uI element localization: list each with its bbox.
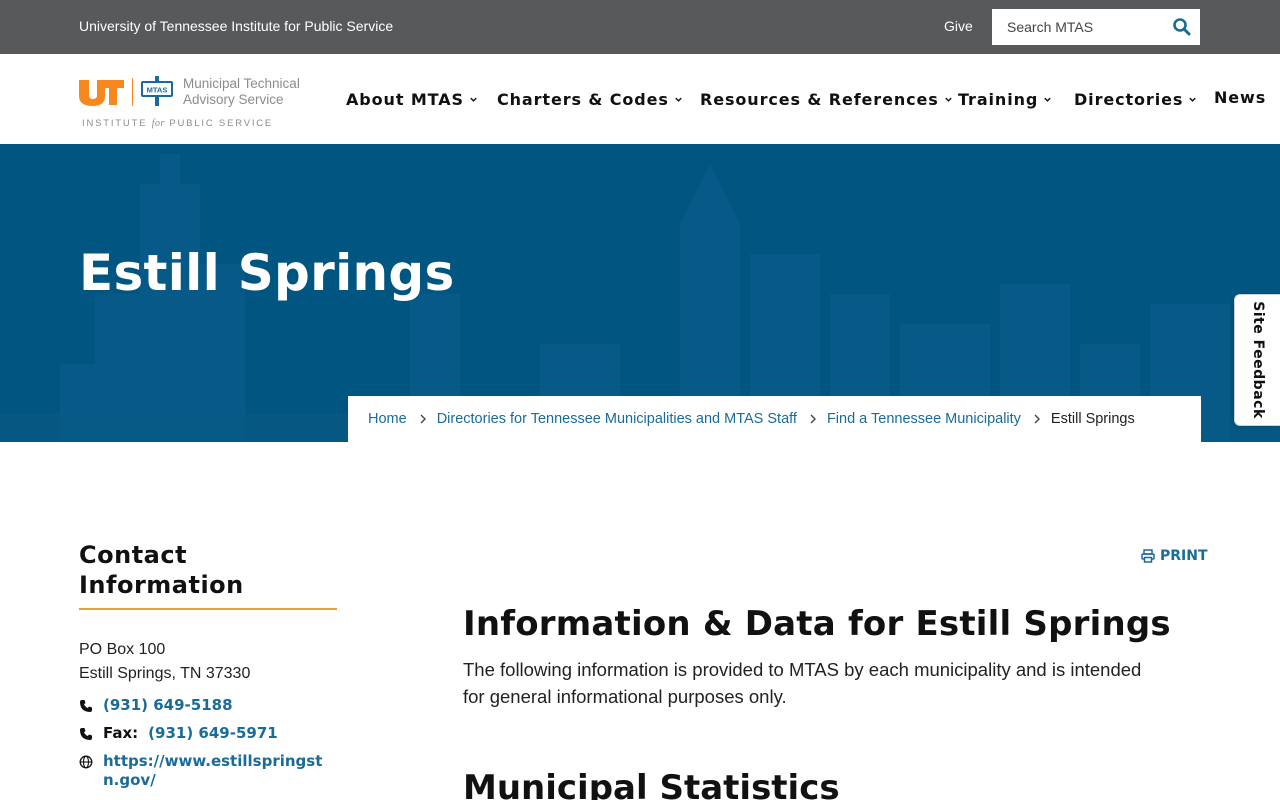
chevron-right-icon [420, 414, 426, 424]
org-name-line1: Municipal Technical [183, 76, 300, 91]
mtas-badge-text: MTAS [147, 86, 168, 95]
ips-for: for [151, 118, 165, 129]
search-box [992, 9, 1200, 45]
logo-divider [132, 78, 133, 106]
nav-directories[interactable]: Directories [1074, 90, 1197, 109]
breadcrumb-current: Estill Springs [1050, 411, 1135, 427]
chevron-right-icon [810, 414, 816, 424]
phone-row: (931) 649-5188 [79, 696, 337, 714]
phone-icon [80, 700, 92, 712]
globe-icon [79, 755, 93, 769]
website-link[interactable]: https://www.estillspringstn.gov/ [103, 752, 335, 790]
breadcrumb-find-municipality[interactable]: Find a Tennessee Municipality [827, 411, 1021, 427]
nav-label: Training [958, 90, 1039, 109]
breadcrumb-home[interactable]: Home [368, 411, 407, 427]
site-logo[interactable]: MTAS Municipal Technical Advisory Servic… [79, 76, 319, 132]
search-icon[interactable] [1172, 17, 1192, 37]
institute-link[interactable]: University of Tennessee Institute for Pu… [79, 18, 393, 34]
nav-charters-codes[interactable]: Charters & Codes [497, 90, 683, 109]
nav-label: Directories [1074, 90, 1184, 109]
print-button[interactable]: PRINT [1141, 548, 1208, 564]
ips-pre: INSTITUTE [82, 118, 148, 129]
chevron-down-icon [470, 97, 477, 102]
content-title: Information & Data for Estill Springs [463, 604, 1171, 644]
site-feedback-label: Site Feedback [1249, 301, 1266, 419]
ips-post: PUBLIC SERVICE [169, 118, 274, 129]
fax-icon [80, 728, 92, 740]
fax-link[interactable]: (931) 649-5971 [148, 724, 278, 742]
phone-link[interactable]: (931) 649-5188 [103, 696, 233, 714]
content-description: The following information is provided to… [463, 659, 1142, 707]
website-row: https://www.estillspringstn.gov/ [79, 752, 337, 790]
nav-news[interactable]: News [1214, 88, 1266, 107]
chevron-down-icon [675, 97, 682, 102]
nav-label: News [1214, 88, 1267, 107]
org-name-line2: Advisory Service [183, 92, 284, 107]
site-feedback-tab[interactable]: Site Feedback [1234, 294, 1280, 426]
nav-label: Charters & Codes [497, 90, 669, 109]
nav-resources-references[interactable]: Resources & References [700, 90, 953, 109]
nav-about-mtas[interactable]: About MTAS [346, 90, 478, 109]
nav-label: About MTAS [346, 90, 464, 109]
contact-sidebar: Contact Information PO Box 100 Estill Spr… [79, 540, 337, 790]
org-name: Municipal Technical Advisory Service [183, 76, 300, 108]
search-input[interactable] [992, 9, 1162, 45]
mailing-address: PO Box 100 Estill Springs, TN 37330 [79, 638, 337, 686]
fax-row: Fax: (931) 649-5971 [79, 724, 337, 742]
utility-bar: University of Tennessee Institute for Pu… [0, 0, 1280, 54]
fax-label: Fax: [103, 724, 139, 742]
address-line1: PO Box 100 [79, 641, 166, 658]
site-header: MTAS Municipal Technical Advisory Servic… [0, 54, 1280, 144]
section-title-municipal-statistics: Municipal Statistics [463, 768, 840, 800]
ut-logo-icon [79, 80, 124, 106]
chevron-down-icon [944, 97, 952, 102]
chevron-right-icon [1034, 414, 1040, 424]
contact-heading: Contact Information [79, 540, 337, 610]
breadcrumb-directories[interactable]: Directories for Tennessee Municipalities… [437, 411, 797, 427]
ips-tagline: INSTITUTE for PUBLIC SERVICE [82, 118, 273, 129]
page-title: Estill Springs [79, 244, 455, 302]
nav-training[interactable]: Training [958, 90, 1052, 109]
print-label: PRINT [1160, 548, 1208, 564]
chevron-down-icon [1189, 97, 1197, 102]
address-line2: Estill Springs, TN 37330 [79, 665, 251, 682]
mtas-badge-icon: MTAS [141, 76, 173, 106]
breadcrumb: Home Directories for Tennessee Municipal… [348, 396, 1201, 442]
contact-heading-line2: Information [79, 571, 244, 599]
printer-icon [1141, 549, 1155, 563]
contact-heading-line1: Contact [79, 541, 188, 569]
chevron-down-icon [1044, 97, 1051, 102]
give-link[interactable]: Give [944, 18, 973, 34]
nav-label: Resources & References [700, 90, 939, 109]
